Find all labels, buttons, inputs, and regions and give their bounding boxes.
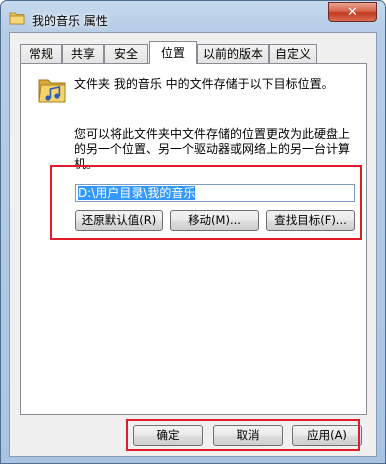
- cancel-button[interactable]: 取消: [213, 425, 283, 446]
- move-button[interactable]: 移动(M)...: [170, 210, 259, 231]
- close-icon: ✕: [347, 5, 358, 20]
- window-title: 我的音乐 属性: [32, 14, 108, 28]
- tab-security[interactable]: 安全: [104, 44, 148, 63]
- location-description: 文件夹 我的音乐 中的文件存储于以下目标位置。: [74, 77, 334, 91]
- tab-customize[interactable]: 自定义: [269, 44, 317, 63]
- target-path-input[interactable]: D:\用户目录\我的音乐: [75, 184, 355, 202]
- target-path-value: D:\用户目录\我的音乐: [78, 186, 196, 200]
- properties-window: 我的音乐 属性 ✕ 常规 共享 安全 位置 以前的版本 自定义 文件夹 我的音乐…: [0, 0, 386, 464]
- folder-icon: [9, 12, 25, 25]
- dialog-client: 常规 共享 安全 位置 以前的版本 自定义 文件夹 我的音乐 中的文件存储于以下…: [9, 32, 377, 457]
- find-target-button[interactable]: 查找目标(F)...: [266, 210, 355, 231]
- tab-sharing[interactable]: 共享: [62, 44, 104, 63]
- tab-previous-versions[interactable]: 以前的版本: [197, 44, 269, 63]
- close-button[interactable]: ✕: [328, 2, 377, 22]
- tab-location[interactable]: 位置: [149, 41, 197, 64]
- location-explanation: 您可以将此文件夹中文件存储的位置更改为此硬盘上的另一个位置、另一个驱动器或网络上…: [74, 127, 351, 171]
- title-bar[interactable]: 我的音乐 属性 ✕: [1, 1, 385, 35]
- restore-default-button[interactable]: 还原默认值(R): [75, 210, 163, 231]
- ok-button[interactable]: 确定: [133, 425, 203, 446]
- apply-button[interactable]: 应用(A): [292, 425, 362, 446]
- tab-general[interactable]: 常规: [20, 44, 62, 63]
- location-panel: 文件夹 我的音乐 中的文件存储于以下目标位置。 您可以将此文件夹中文件存储的位置…: [20, 63, 367, 415]
- folder-music-icon: [38, 79, 66, 103]
